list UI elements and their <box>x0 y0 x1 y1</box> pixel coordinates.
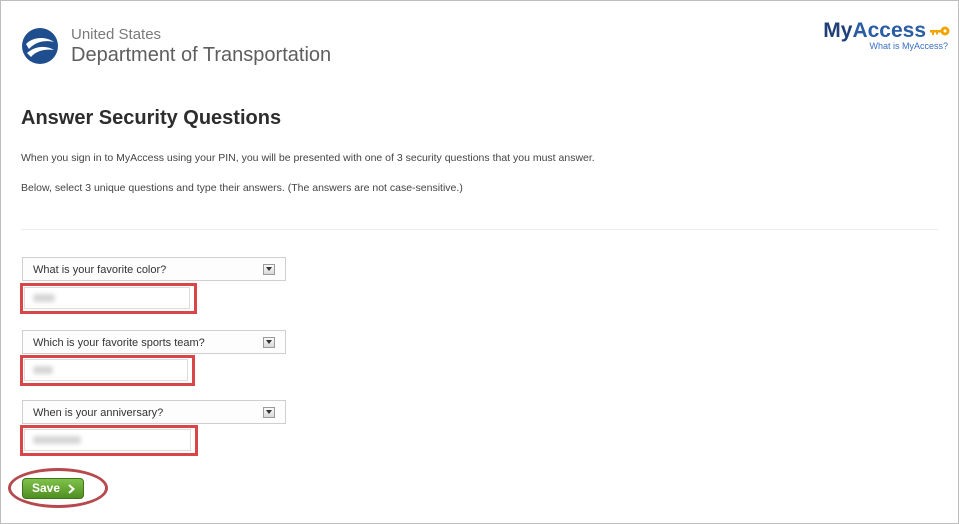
page-frame: United States Department of Transportati… <box>0 0 959 524</box>
save-button[interactable]: Save <box>22 478 84 499</box>
agency-name: Department of Transportation <box>71 44 332 66</box>
myaccess-logo: MyAccess <box>823 19 926 43</box>
question-1-label: What is your favorite color? <box>33 264 167 276</box>
key-icon <box>930 26 950 36</box>
intro-text-1: When you sign in to MyAccess using your … <box>21 152 595 164</box>
intro-text-2: Below, select 3 unique questions and typ… <box>21 182 463 194</box>
answer-2-highlight <box>20 355 195 386</box>
chevron-down-icon[interactable] <box>263 407 275 418</box>
question-2-select[interactable]: Which is your favorite sports team? <box>22 330 286 354</box>
agency-line-1: United States <box>71 26 162 43</box>
question-3-select[interactable]: When is your anniversary? <box>22 400 286 424</box>
section-divider <box>21 229 938 230</box>
answer-3-input[interactable] <box>24 429 191 451</box>
save-button-label: Save <box>32 481 61 495</box>
answer-2-input[interactable] <box>24 359 188 381</box>
question-3-label: When is your anniversary? <box>33 407 164 419</box>
answer-1-input[interactable] <box>24 287 190 309</box>
question-2-label: Which is your favorite sports team? <box>33 337 205 349</box>
page-title: Answer Security Questions <box>21 107 282 129</box>
chevron-right-icon <box>68 484 75 494</box>
brand-my: My <box>823 19 853 42</box>
myaccess-brand: MyAccess What is MyAccess? <box>823 19 950 51</box>
brand-access: Access <box>852 19 926 42</box>
chevron-down-icon[interactable] <box>263 264 275 275</box>
dot-logo-icon <box>22 28 58 64</box>
answer-1-highlight <box>20 283 197 314</box>
chevron-down-icon[interactable] <box>263 337 275 348</box>
answer-3-highlight <box>20 425 198 456</box>
question-1-select[interactable]: What is your favorite color? <box>22 257 286 281</box>
